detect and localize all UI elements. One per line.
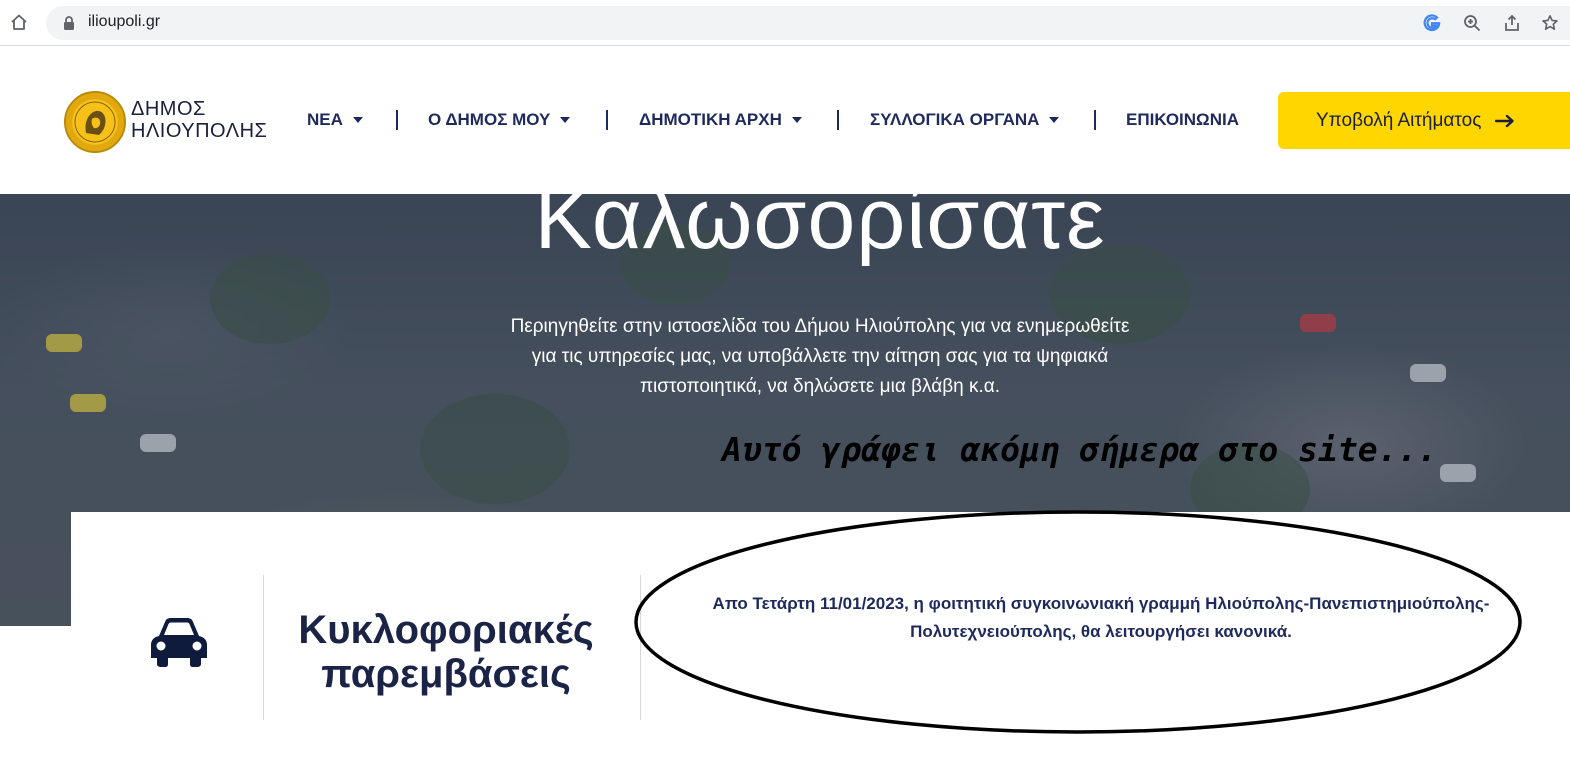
site-header: ΔΗΜΟΣ ΗΛΙΟΥΠΟΛΗΣ ΝΕΑ Ο ΔΗΜΟΣ ΜΟΥ ΔΗΜΟΤΙΚ…	[0, 46, 1570, 194]
nav-label: ΕΠΙΚΟΙΝΩΝΙΑ	[1126, 110, 1239, 129]
caret-down-icon	[1049, 117, 1060, 123]
nav-label: ΣΥΛΛΟΓΙΚΑ ΟΡΓΑΝΑ	[870, 110, 1040, 129]
annotation-ellipse	[634, 510, 1522, 734]
bookmark-star-icon[interactable]	[1540, 13, 1560, 33]
caret-down-icon	[352, 117, 363, 123]
logo-line-1: ΔΗΜΟΣ	[131, 98, 206, 120]
nav-separator	[837, 110, 839, 130]
share-icon[interactable]	[1502, 13, 1522, 33]
card-divider	[263, 575, 264, 720]
hero-description: Περιηγηθείτε στην ιστοσελίδα του Δήμου Η…	[510, 316, 1130, 397]
nav-separator	[606, 110, 608, 130]
logo-line-2: ΗΛΙΟΥΠΟΛΗΣ	[131, 120, 268, 142]
browser-toolbar: ilioupoli.gr	[0, 0, 1570, 46]
nav-item-news[interactable]: ΝΕΑ	[307, 110, 363, 130]
municipality-seal-logo[interactable]	[64, 91, 126, 153]
google-icon[interactable]	[1422, 13, 1442, 33]
nav-item-contact[interactable]: ΕΠΙΚΟΙΝΩΝΙΑ	[1126, 110, 1239, 130]
nav-item-municipal-authority[interactable]: ΔΗΜΟΤΙΚΗ ΑΡΧΗ	[639, 110, 802, 130]
card-title: Κυκλοφοριακές παρεμβάσεις	[298, 608, 594, 696]
hero-title: Καλωσορίσατε	[534, 194, 1106, 267]
caret-down-icon	[560, 117, 571, 123]
nav-separator	[396, 110, 398, 130]
nav-label: Ο ΔΗΜΟΣ ΜΟΥ	[428, 110, 551, 129]
zoom-icon[interactable]	[1462, 13, 1482, 33]
address-bar[interactable]: ilioupoli.gr	[46, 6, 1570, 40]
nav-label: ΔΗΜΟΤΙΚΗ ΑΡΧΗ	[639, 110, 782, 129]
submit-request-label: Υποβολή Αιτήματος	[1316, 109, 1482, 131]
nav-item-collective-bodies[interactable]: ΣΥΛΛΟΓΙΚΑ ΟΡΓΑΝΑ	[870, 110, 1060, 130]
arrow-right-icon	[1495, 114, 1515, 127]
caret-down-icon	[791, 117, 802, 123]
nav-label: ΝΕΑ	[307, 110, 343, 129]
home-icon[interactable]	[8, 11, 30, 33]
url-text[interactable]: ilioupoli.gr	[88, 13, 160, 31]
submit-request-button[interactable]: Υποβολή Αιτήματος	[1278, 92, 1570, 149]
lock-icon[interactable]	[62, 15, 76, 31]
nav-item-my-municipality[interactable]: Ο ΔΗΜΟΣ ΜΟΥ	[428, 110, 571, 130]
municipality-name[interactable]: ΔΗΜΟΣ ΗΛΙΟΥΠΟΛΗΣ	[131, 98, 267, 142]
car-icon	[151, 618, 207, 667]
screenshot-annotation-text: Αυτό γράφει ακόμη σήμερα στο site...	[722, 430, 1438, 469]
nav-separator	[1094, 110, 1096, 130]
